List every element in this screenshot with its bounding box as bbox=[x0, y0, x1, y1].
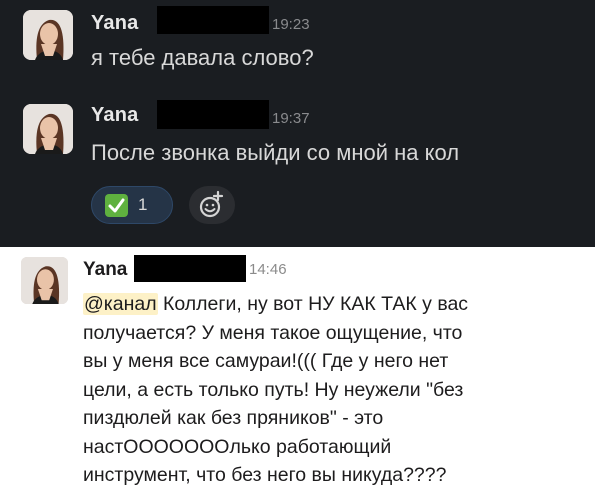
message-timestamp[interactable]: 19:37 bbox=[272, 110, 310, 127]
message-text: После звонка выйди со мной на кол bbox=[91, 140, 460, 165]
message-line: цели, а есть только путь! Ну неужели "бе… bbox=[83, 378, 464, 401]
message-author[interactable]: Yana bbox=[91, 12, 139, 35]
message-text: @канал Коллеги, ну вот НУ КАК ТАК у вас … bbox=[83, 290, 583, 490]
avatar[interactable] bbox=[21, 257, 68, 304]
redacted-block bbox=[134, 255, 246, 282]
reaction-pill[interactable]: 1 bbox=[91, 186, 173, 224]
add-reaction-button[interactable] bbox=[189, 186, 235, 224]
message-line: получается? У меня такое ощущение, что bbox=[83, 321, 463, 344]
redacted-block bbox=[157, 6, 269, 34]
message-line: пиздюлей как без пряников" - это bbox=[83, 407, 384, 429]
message-timestamp[interactable]: 14:46 bbox=[249, 261, 287, 278]
message-line: вы у меня все самураи!((( Где у него нет bbox=[83, 350, 449, 372]
avatar[interactable] bbox=[23, 104, 73, 154]
add-emoji-icon bbox=[199, 190, 224, 218]
message-text: я тебе давала слово? bbox=[91, 45, 314, 70]
avatar[interactable] bbox=[23, 10, 73, 60]
message-author[interactable]: Yana bbox=[91, 104, 139, 127]
message-line-text: Коллеги, ну вот НУ КАК ТАК у вас bbox=[157, 293, 469, 315]
message-line: настООООООOлько работающий bbox=[83, 435, 392, 458]
message-line: инструмент, что без него вы никуда???? bbox=[83, 464, 447, 486]
message-line: @канал Коллеги, ну вот НУ КАК ТАК у вас bbox=[83, 290, 583, 319]
reaction-count: 1 bbox=[138, 195, 148, 214]
channel-mention[interactable]: @канал bbox=[83, 293, 158, 315]
check-mark-icon bbox=[105, 194, 128, 217]
redacted-block bbox=[157, 100, 269, 129]
message-timestamp[interactable]: 19:23 bbox=[272, 16, 310, 33]
message-author[interactable]: Yana bbox=[83, 259, 127, 281]
